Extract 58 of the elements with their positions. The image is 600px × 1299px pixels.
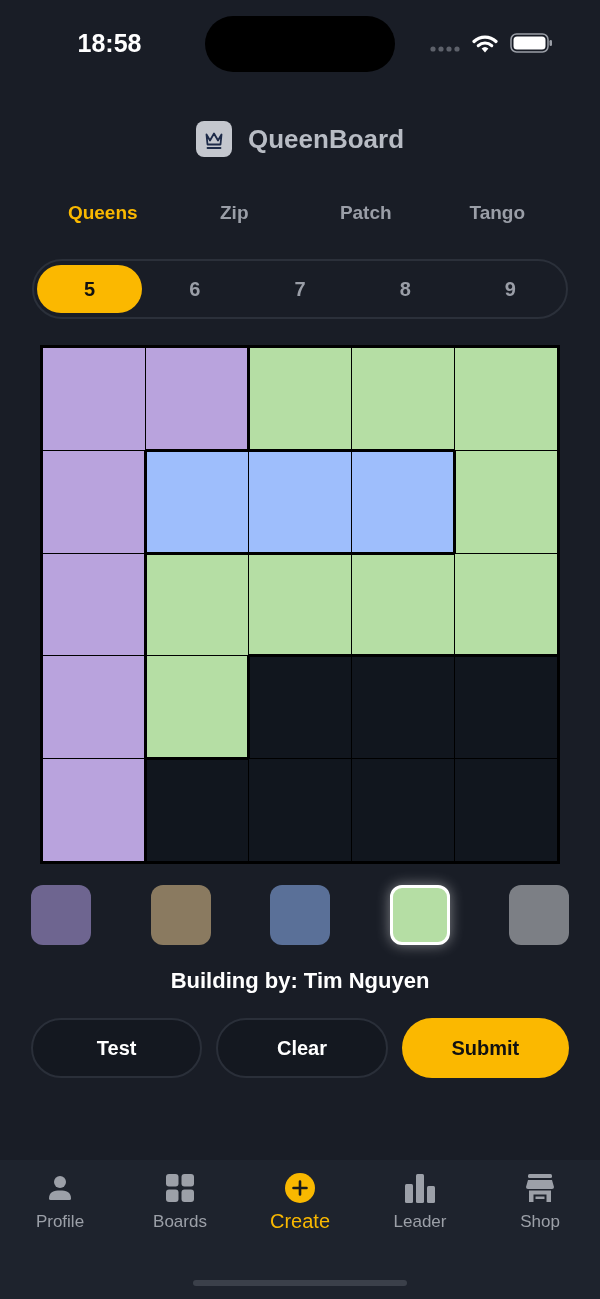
tab-bar-item[interactable]: Create (240, 1173, 360, 1233)
game-tab[interactable]: Queens (37, 193, 169, 233)
board-cell[interactable] (146, 759, 248, 861)
board-cell[interactable] (249, 759, 351, 861)
board-cell[interactable] (249, 553, 351, 656)
bar-chart-icon (405, 1173, 435, 1203)
store-icon (525, 1173, 555, 1203)
board-cell[interactable] (146, 450, 248, 553)
wifi-icon (472, 34, 498, 53)
board-cell[interactable] (352, 759, 454, 861)
color-swatch[interactable] (509, 885, 569, 945)
board-cell[interactable] (249, 348, 351, 450)
tab-bar-item[interactable]: Profile (0, 1173, 120, 1233)
board-cell[interactable] (43, 759, 145, 861)
board-cell[interactable] (352, 348, 454, 450)
board-cell[interactable] (352, 450, 454, 553)
action-button[interactable]: Test (31, 1018, 203, 1078)
board-cell[interactable] (43, 348, 145, 450)
board-cell[interactable] (455, 348, 557, 450)
signal-icon (430, 46, 460, 52)
board-cell[interactable] (455, 450, 557, 553)
board-cell[interactable] (455, 759, 557, 861)
color-swatch[interactable] (389, 885, 450, 945)
board-cell[interactable] (43, 656, 145, 759)
board-cell[interactable] (249, 450, 351, 553)
game-tab[interactable]: Patch (300, 193, 432, 233)
board-cell[interactable] (146, 348, 248, 450)
game-tab[interactable]: Tango (431, 193, 563, 233)
game-tab[interactable]: Zip (168, 193, 300, 233)
board-cell[interactable] (43, 553, 145, 656)
action-button[interactable]: Clear (216, 1018, 388, 1078)
crown-icon (196, 121, 232, 157)
size-option[interactable]: 9 (457, 265, 563, 313)
board-cell[interactable] (455, 553, 557, 656)
color-swatch[interactable] (31, 885, 91, 945)
tab-bar-item[interactable]: Boards (120, 1173, 240, 1233)
tab-bar-item[interactable]: Shop (480, 1173, 600, 1233)
tab-bar-item[interactable]: Leader (360, 1173, 480, 1233)
size-option[interactable]: 6 (142, 265, 248, 313)
size-option[interactable]: 5 (37, 265, 143, 313)
board-cell[interactable] (146, 553, 248, 656)
board-cell[interactable] (43, 450, 145, 553)
app-title: QueenBoard (248, 123, 404, 156)
board-cell[interactable] (352, 553, 454, 656)
submit-button[interactable]: Submit (401, 1018, 569, 1078)
board-cell[interactable] (249, 656, 351, 759)
size-option[interactable]: 7 (247, 265, 353, 313)
size-option[interactable]: 8 (352, 265, 458, 313)
battery-icon (510, 33, 553, 53)
board-cell[interactable] (352, 656, 454, 759)
grid-icon (165, 1173, 195, 1203)
add-icon (285, 1173, 315, 1203)
board-cell[interactable] (455, 656, 557, 759)
board-cell[interactable] (146, 656, 248, 759)
status-time: 18:58 (76, 28, 143, 58)
color-swatch[interactable] (150, 885, 211, 945)
color-swatch[interactable] (270, 885, 330, 945)
builder-name-text: Building by: Tim Nguyen (169, 967, 431, 995)
